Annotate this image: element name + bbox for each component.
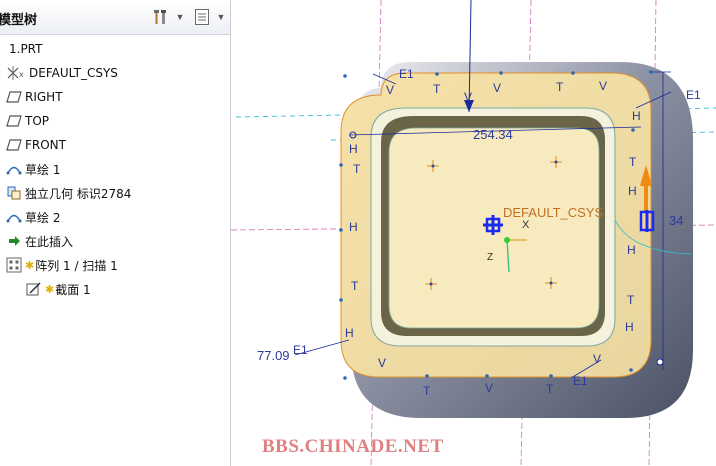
width-dimension[interactable]: 254.34: [473, 127, 513, 142]
tree-item-top-plane[interactable]: TOP: [6, 110, 49, 132]
constraint-v: V: [493, 81, 502, 95]
tree-item-insert-here[interactable]: 在此插入: [6, 230, 73, 252]
edge-label-e1: E1: [293, 343, 308, 357]
edge-label-e1: E1: [573, 374, 588, 388]
tree-item-label: 在此插入: [25, 234, 74, 249]
svg-text:x: x: [19, 70, 24, 79]
constraint-h: H: [349, 220, 358, 234]
model-tree-title: 模型树: [0, 13, 38, 28]
tree-item-label: 独立几何 标识2784: [25, 186, 132, 201]
constraint-t: T: [629, 155, 637, 169]
constraint-t: T: [546, 382, 554, 396]
independent-geometry-icon: [6, 185, 22, 201]
tree-item-sketch-1[interactable]: 草绘 1: [6, 158, 60, 180]
graphics-viewport[interactable]: 254.34 77.09 34 DEFAULT_CSYS X Z E1 E1 E…: [231, 0, 716, 466]
insert-here-arrow-icon: [6, 233, 22, 249]
model-tree-header: 模型树 ▼ ▼: [0, 0, 230, 35]
tree-item-label: 草绘 2: [25, 210, 61, 225]
constraint-t: T: [351, 279, 359, 293]
constraint-t: T: [433, 82, 441, 96]
tree-item-label: 截面 1: [55, 282, 91, 297]
watermark-text: BBS.CHINADE.NET: [262, 436, 444, 457]
tree-item-label: TOP: [25, 114, 50, 128]
tools-icon: [154, 10, 166, 24]
part-icon: [2, 41, 6, 57]
datum-plane-icon: [6, 137, 22, 153]
section-icon: [26, 281, 42, 297]
tree-item-label: 阵列 1 / 扫描 1: [35, 258, 118, 273]
sketch-icon: [6, 161, 22, 177]
tree-item-sketch-2[interactable]: 草绘 2: [6, 206, 60, 228]
constraint-h: H: [627, 243, 636, 257]
settings-dropdown-icon[interactable]: ▼: [175, 7, 185, 27]
tree-item-part[interactable]: 1.PRT: [2, 38, 42, 60]
constraint-v: V: [599, 79, 608, 93]
constraint-v: V: [378, 356, 387, 370]
constraint-h: H: [345, 326, 354, 340]
new-feature-star-icon: ✱: [25, 258, 35, 272]
csys-icon: x: [6, 65, 26, 81]
csys-label: DEFAULT_CSYS: [503, 205, 604, 220]
tree-item-label: DEFAULT_CSYS: [29, 66, 118, 80]
constraint-t: T: [627, 293, 635, 307]
constraint-t: T: [423, 384, 431, 398]
tree-item-section[interactable]: ✱ 截面 1: [26, 278, 91, 300]
constraint-v: V: [485, 381, 494, 395]
right-dimension[interactable]: 34: [669, 213, 683, 228]
constraint-h: H: [625, 320, 634, 334]
new-feature-star-icon: ✱: [45, 282, 55, 296]
tree-item-label: 1.PRT: [9, 42, 43, 56]
constraint-h: H: [349, 142, 358, 156]
datum-plane-icon: [6, 113, 22, 129]
tree-item-label: FRONT: [25, 138, 66, 152]
tree-item-label: 草绘 1: [25, 162, 61, 177]
constraint-v: V: [386, 83, 395, 97]
axis-z-label: Z: [487, 252, 494, 263]
show-button[interactable]: [191, 7, 213, 27]
constraint-t: T: [353, 162, 361, 176]
edge-label-e1: E1: [399, 67, 414, 81]
datum-plane-icon: [6, 89, 22, 105]
constraint-v: V: [464, 90, 473, 104]
list-icon: [195, 9, 209, 25]
constraint-v: V: [593, 352, 602, 366]
constraint-t: T: [556, 80, 564, 94]
model-canvas[interactable]: [231, 0, 716, 466]
model-tree-panel: 模型树 ▼ ▼ 1.PRT x DEFAULT_CSYS RIGHT TOP F…: [0, 0, 231, 466]
edge-label-e1: E1: [686, 88, 701, 102]
settings-button[interactable]: [150, 7, 172, 27]
tree-item-pattern[interactable]: ✱ 阵列 1 / 扫描 1: [6, 254, 118, 276]
pattern-icon: [6, 257, 22, 273]
tree-item-right-plane[interactable]: RIGHT: [6, 86, 63, 108]
tree-item-label: RIGHT: [25, 90, 63, 104]
show-dropdown-icon[interactable]: ▼: [216, 7, 226, 27]
angle-dimension[interactable]: 77.09: [257, 348, 290, 363]
constraint-h: H: [632, 109, 641, 123]
axis-x-label: X: [522, 219, 530, 231]
constraint-h: H: [628, 184, 637, 198]
tree-item-independent-geometry[interactable]: 独立几何 标识2784: [6, 182, 131, 204]
tree-item-csys[interactable]: x DEFAULT_CSYS: [6, 62, 118, 84]
tree-item-front-plane[interactable]: FRONT: [6, 134, 66, 156]
sketch-icon: [6, 209, 22, 225]
